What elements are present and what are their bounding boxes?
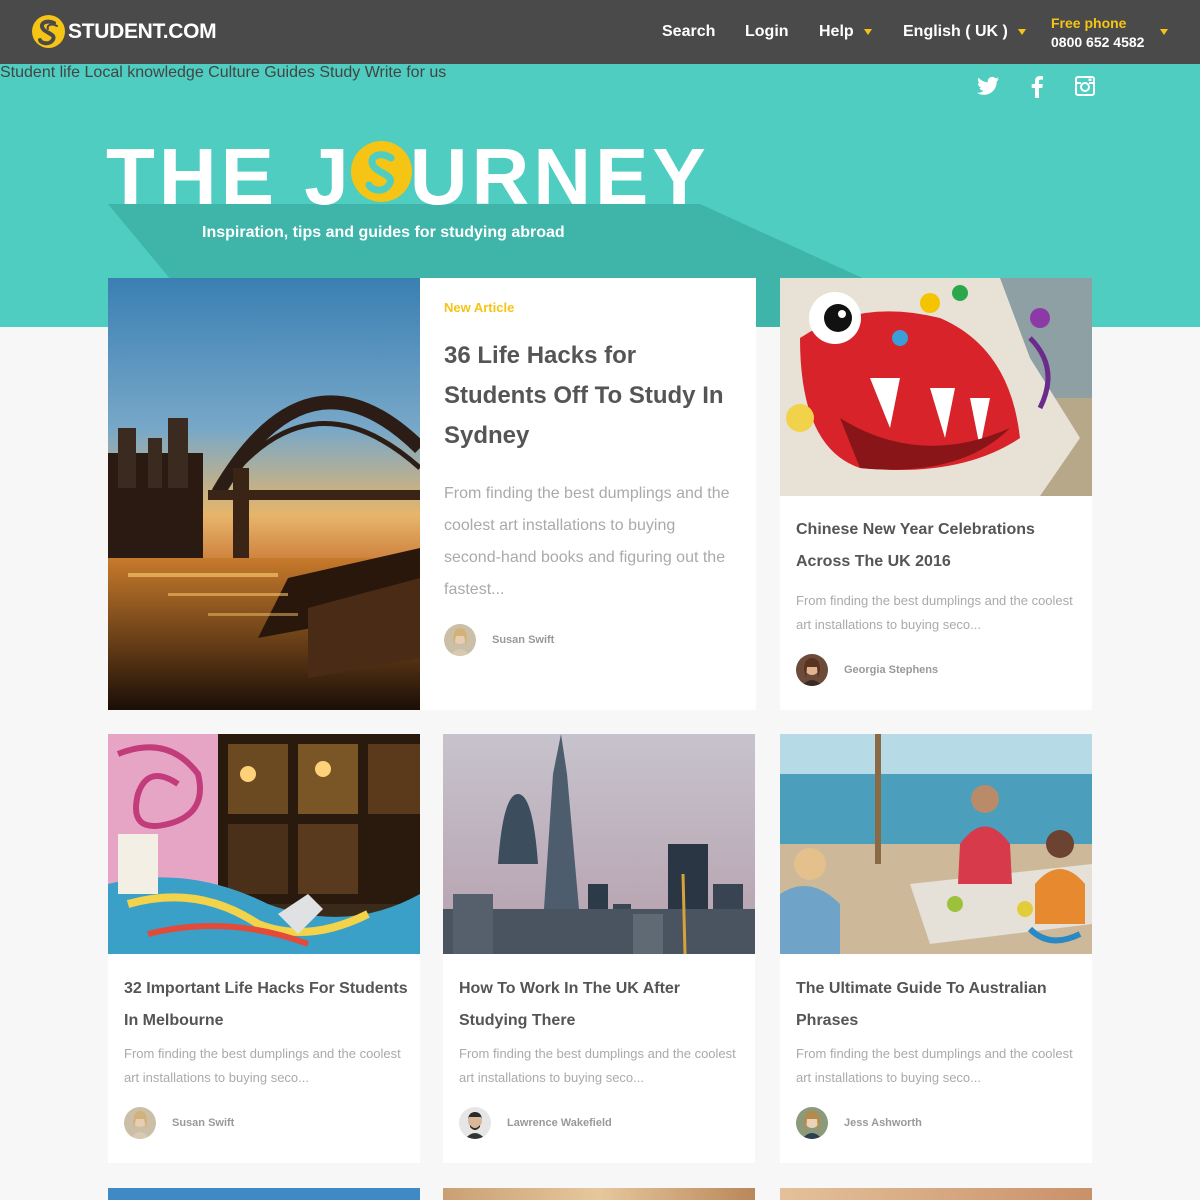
top-bar: STUDENT.COM Search Login Help English ( …: [0, 0, 1200, 64]
author-name: Susan Swift: [172, 1117, 235, 1129]
article-title[interactable]: 32 Important Life Hacks For Students In …: [124, 973, 410, 1037]
article-title[interactable]: Chinese New Year Celebrations Across The…: [796, 514, 1076, 578]
chinese-dragon-image[interactable]: [780, 278, 1092, 496]
avatar: [444, 624, 476, 656]
hero-subtitle: Inspiration, tips and guides for studyin…: [202, 224, 565, 241]
article-author[interactable]: Georgia Stephens: [796, 654, 938, 686]
article-author[interactable]: Susan Swift: [124, 1107, 234, 1139]
nav-search-label: Search: [662, 23, 716, 40]
language-label: English ( UK ): [903, 23, 1008, 40]
article-card[interactable]: How To Work In The UK After Studying The…: [443, 734, 755, 1163]
article-card-body: The Ultimate Guide To Australian Phrases…: [796, 973, 1082, 1090]
language-selector[interactable]: English ( UK ): [903, 0, 1026, 64]
author-name: Georgia Stephens: [844, 664, 939, 676]
nav-search[interactable]: Search: [662, 0, 715, 64]
featured-article-card[interactable]: New Article 36 Life Hacks for Students O…: [108, 278, 756, 710]
article-author[interactable]: Jess Ashworth: [796, 1107, 922, 1139]
london-skyline-image[interactable]: [443, 734, 755, 954]
nav-login-label: Login: [745, 23, 789, 40]
article-excerpt: From finding the best dumplings and the …: [124, 1046, 401, 1085]
article-card[interactable]: The Ultimate Guide To Australian Phrases…: [780, 734, 1092, 1163]
new-article-badge: New Article: [444, 300, 515, 315]
author-name: Lawrence Wakefield: [507, 1117, 612, 1129]
avatar: [124, 1107, 156, 1139]
article-excerpt: From finding the best dumplings and the …: [796, 1046, 1073, 1085]
logo-s-icon: [32, 15, 65, 48]
logo-o-icon: [350, 141, 412, 202]
article-card[interactable]: Chinese New Year Celebrations Across The…: [780, 278, 1092, 710]
facebook-icon[interactable]: [1031, 76, 1043, 103]
nav-login[interactable]: Login: [745, 0, 789, 64]
instagram-icon[interactable]: [1075, 76, 1095, 101]
caret-down-icon: [863, 29, 872, 35]
nav-help-label: Help: [819, 23, 854, 40]
twitter-icon[interactable]: [977, 76, 999, 101]
featured-article-title[interactable]: 36 Life Hacks for Students Off To Study …: [444, 336, 734, 456]
article-excerpt: From finding the best dumplings and the …: [459, 1046, 736, 1085]
article-card-body: How To Work In The UK After Studying The…: [459, 973, 745, 1090]
article-card[interactable]: 32 Important Life Hacks For Students In …: [108, 734, 420, 1163]
avatar: [796, 1107, 828, 1139]
caret-down-icon[interactable]: [1160, 29, 1168, 35]
article-author[interactable]: Lawrence Wakefield: [459, 1107, 612, 1139]
sydney-harbour-bridge-image[interactable]: [108, 278, 420, 710]
featured-article-author[interactable]: Susan Swift: [444, 624, 554, 656]
free-phone[interactable]: Free phone 0800 652 4582: [1051, 14, 1144, 52]
phone-number: 0800 652 4582: [1051, 34, 1145, 50]
article-title[interactable]: How To Work In The UK After Studying The…: [459, 973, 745, 1037]
author-name: Susan Swift: [492, 634, 555, 646]
hero-title-part-2: URNEY: [409, 132, 710, 221]
beach-friends-image[interactable]: [780, 734, 1092, 954]
featured-article-excerpt: From finding the best dumplings and the …: [444, 485, 730, 598]
article-image-peek[interactable]: [780, 1188, 1092, 1200]
article-card-body: Chinese New Year Celebrations Across The…: [796, 514, 1076, 637]
phone-label: Free phone: [1051, 15, 1127, 31]
melbourne-graffiti-image[interactable]: [108, 734, 420, 954]
article-image-peek[interactable]: [108, 1188, 420, 1200]
hero-title: THE J URNEY: [106, 132, 710, 222]
nav-help[interactable]: Help: [819, 0, 872, 64]
avatar: [459, 1107, 491, 1139]
logo-text: STUDENT.COM: [68, 19, 217, 43]
author-name: Jess Ashworth: [844, 1117, 922, 1129]
caret-down-icon: [1017, 29, 1026, 35]
article-excerpt: From finding the best dumplings and the …: [796, 593, 1073, 632]
avatar: [796, 654, 828, 686]
site-logo[interactable]: STUDENT.COM: [32, 15, 217, 48]
article-image-peek[interactable]: [443, 1188, 755, 1200]
hero-title-part-1: THE J: [106, 132, 353, 221]
article-card-body: 32 Important Life Hacks For Students In …: [124, 973, 410, 1090]
article-title[interactable]: The Ultimate Guide To Australian Phrases: [796, 973, 1082, 1037]
featured-article-body: New Article 36 Life Hacks for Students O…: [444, 300, 734, 606]
